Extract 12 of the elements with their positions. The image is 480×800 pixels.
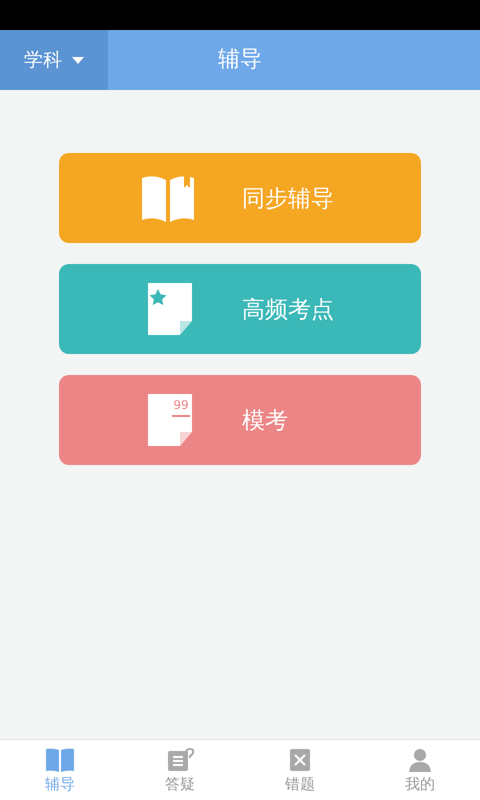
page-title: 辅导 xyxy=(218,46,262,74)
tab-bar-item[interactable]: 我的 xyxy=(360,740,480,800)
tab-bar-item[interactable]: 辅导 xyxy=(0,740,120,800)
tab-bar-item[interactable]: 答疑 xyxy=(120,740,240,800)
caret-icon xyxy=(72,56,84,64)
book-icon xyxy=(44,746,76,772)
menu-card[interactable]: 99 模考 xyxy=(59,375,421,465)
tab-bar-item[interactable]: 错题 xyxy=(240,740,360,800)
subject-button[interactable]: 学科 xyxy=(0,30,108,90)
menu-card[interactable]: 同步辅导 xyxy=(59,153,421,243)
menu-card[interactable]: 高频考点 xyxy=(59,264,421,354)
score-text: 99 xyxy=(173,398,189,412)
